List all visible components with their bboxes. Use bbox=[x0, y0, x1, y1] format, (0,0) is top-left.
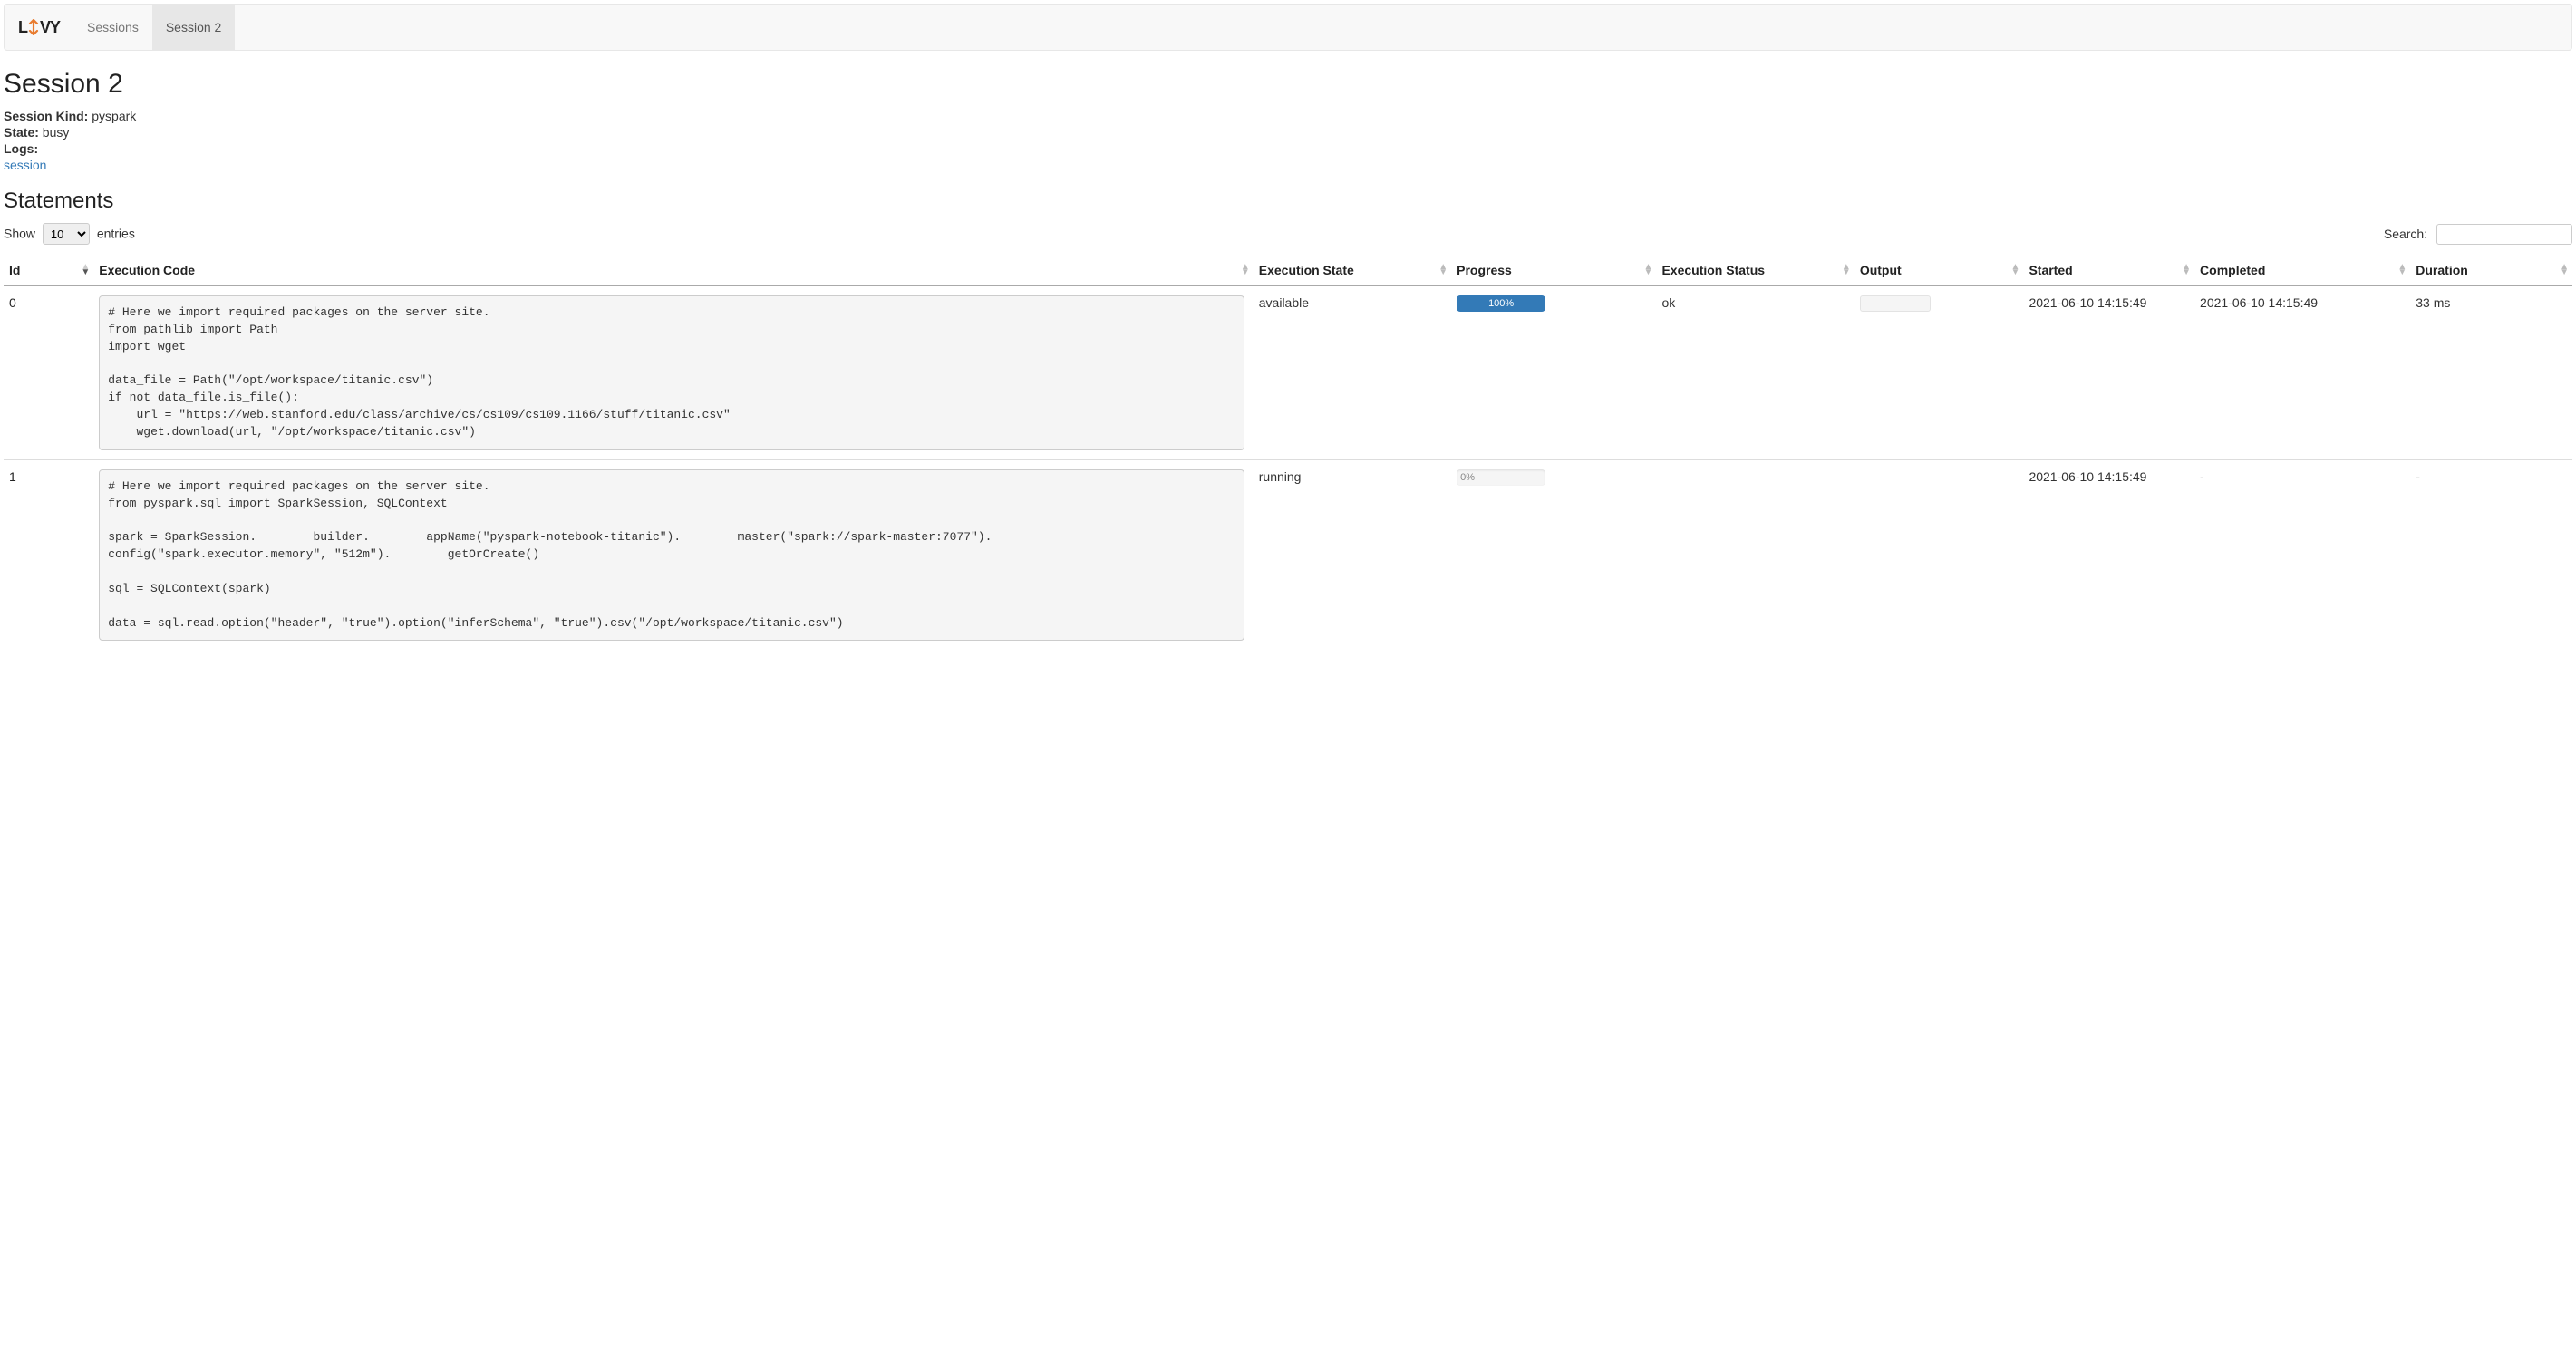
statements-heading: Statements bbox=[4, 188, 2572, 214]
cell-completed: 2021-06-10 14:15:49 bbox=[2194, 285, 2410, 459]
cell-state: running bbox=[1254, 459, 1451, 650]
sort-icon: ▲▼ bbox=[2560, 265, 2569, 275]
cell-duration: - bbox=[2410, 459, 2572, 650]
col-header-state-label: Execution State bbox=[1259, 263, 1354, 277]
page-size-select[interactable]: 102550100 bbox=[43, 223, 90, 245]
progress-bar: 100% bbox=[1457, 295, 1545, 312]
session-kind-value: pyspark bbox=[92, 109, 136, 123]
cell-progress: 0% bbox=[1451, 459, 1656, 650]
cell-output bbox=[1855, 285, 2024, 459]
col-header-output-label: Output bbox=[1860, 263, 1902, 277]
table-controls: Show 102550100 entries Search: bbox=[4, 223, 2572, 245]
cell-status bbox=[1656, 459, 1854, 650]
progress-bar-fill: 0% bbox=[1457, 469, 1545, 486]
col-header-id[interactable]: Id ▲▼ bbox=[4, 256, 93, 285]
nav-link-sessions[interactable]: Sessions bbox=[73, 5, 152, 50]
search-control: Search: bbox=[2384, 224, 2572, 245]
progress-bar-fill: 100% bbox=[1457, 295, 1545, 312]
cell-status: ok bbox=[1656, 285, 1854, 459]
page-size-control: Show 102550100 entries bbox=[4, 223, 135, 245]
output-well bbox=[1860, 295, 1931, 312]
col-header-completed-label: Completed bbox=[2200, 263, 2265, 277]
nav-link-session-current[interactable]: Session 2 bbox=[152, 5, 235, 50]
col-header-duration[interactable]: Duration ▲▼ bbox=[2410, 256, 2572, 285]
cell-code: # Here we import required packages on th… bbox=[93, 459, 1254, 650]
state-line: State: busy bbox=[4, 125, 2572, 140]
col-header-id-label: Id bbox=[9, 263, 20, 277]
col-header-started[interactable]: Started ▲▼ bbox=[2023, 256, 2194, 285]
cell-started: 2021-06-10 14:15:49 bbox=[2023, 285, 2194, 459]
col-header-progress-label: Progress bbox=[1457, 263, 1512, 277]
progress-bar: 0% bbox=[1457, 469, 1545, 486]
sort-icon: ▲▼ bbox=[2397, 265, 2407, 275]
entries-label: entries bbox=[97, 227, 135, 241]
col-header-state[interactable]: Execution State ▲▼ bbox=[1254, 256, 1451, 285]
cell-id: 1 bbox=[4, 459, 93, 650]
col-header-status-label: Execution Status bbox=[1661, 263, 1765, 277]
logs-line: Logs: bbox=[4, 141, 2572, 156]
state-label: State: bbox=[4, 125, 39, 140]
code-block: # Here we import required packages on th… bbox=[99, 295, 1244, 450]
col-header-duration-label: Duration bbox=[2416, 263, 2468, 277]
state-value: busy bbox=[43, 125, 70, 140]
search-label: Search: bbox=[2384, 227, 2427, 241]
table-row: 0# Here we import required packages on t… bbox=[4, 285, 2572, 459]
logs-label: Logs: bbox=[4, 141, 38, 156]
logo-arrow-icon bbox=[27, 18, 40, 37]
cell-id: 0 bbox=[4, 285, 93, 459]
logs-link-line: session bbox=[4, 158, 2572, 172]
logo-letters-vy: VY bbox=[40, 18, 60, 37]
navbar: L VY Sessions Session 2 bbox=[4, 4, 2572, 51]
session-kind-line: Session Kind: pyspark bbox=[4, 109, 2572, 123]
sort-icon: ▲▼ bbox=[1241, 265, 1250, 275]
col-header-status[interactable]: Execution Status ▲▼ bbox=[1656, 256, 1854, 285]
sort-icon: ▲▼ bbox=[81, 265, 90, 275]
session-kind-label: Session Kind: bbox=[4, 109, 88, 123]
code-block: # Here we import required packages on th… bbox=[99, 469, 1244, 642]
search-input[interactable] bbox=[2436, 224, 2572, 245]
cell-progress: 100% bbox=[1451, 285, 1656, 459]
table-header-row: Id ▲▼ Execution Code ▲▼ Execution State … bbox=[4, 256, 2572, 285]
brand-logo[interactable]: L VY bbox=[5, 5, 73, 50]
col-header-completed[interactable]: Completed ▲▼ bbox=[2194, 256, 2410, 285]
col-header-output[interactable]: Output ▲▼ bbox=[1855, 256, 2024, 285]
sort-icon: ▲▼ bbox=[1842, 265, 1851, 275]
page-title: Session 2 bbox=[4, 69, 2572, 100]
sort-icon: ▲▼ bbox=[2011, 265, 2020, 275]
nav-item-session-current: Session 2 bbox=[152, 5, 235, 50]
table-row: 1# Here we import required packages on t… bbox=[4, 459, 2572, 650]
sort-icon: ▲▼ bbox=[2182, 265, 2191, 275]
cell-code: # Here we import required packages on th… bbox=[93, 285, 1254, 459]
col-header-started-label: Started bbox=[2029, 263, 2072, 277]
col-header-code[interactable]: Execution Code ▲▼ bbox=[93, 256, 1254, 285]
sort-icon: ▲▼ bbox=[1644, 265, 1653, 275]
col-header-progress[interactable]: Progress ▲▼ bbox=[1451, 256, 1656, 285]
statements-table: Id ▲▼ Execution Code ▲▼ Execution State … bbox=[4, 256, 2572, 650]
cell-state: available bbox=[1254, 285, 1451, 459]
cell-started: 2021-06-10 14:15:49 bbox=[2023, 459, 2194, 650]
col-header-code-label: Execution Code bbox=[99, 263, 195, 277]
logo-letter-l: L bbox=[18, 18, 27, 37]
cell-completed: - bbox=[2194, 459, 2410, 650]
table-body: 0# Here we import required packages on t… bbox=[4, 285, 2572, 650]
cell-duration: 33 ms bbox=[2410, 285, 2572, 459]
nav-tabs: Sessions Session 2 bbox=[73, 5, 235, 50]
show-label: Show bbox=[4, 227, 35, 241]
cell-output bbox=[1855, 459, 2024, 650]
nav-item-sessions: Sessions bbox=[73, 5, 152, 50]
sort-icon: ▲▼ bbox=[1438, 265, 1448, 275]
logs-session-link[interactable]: session bbox=[4, 158, 46, 172]
